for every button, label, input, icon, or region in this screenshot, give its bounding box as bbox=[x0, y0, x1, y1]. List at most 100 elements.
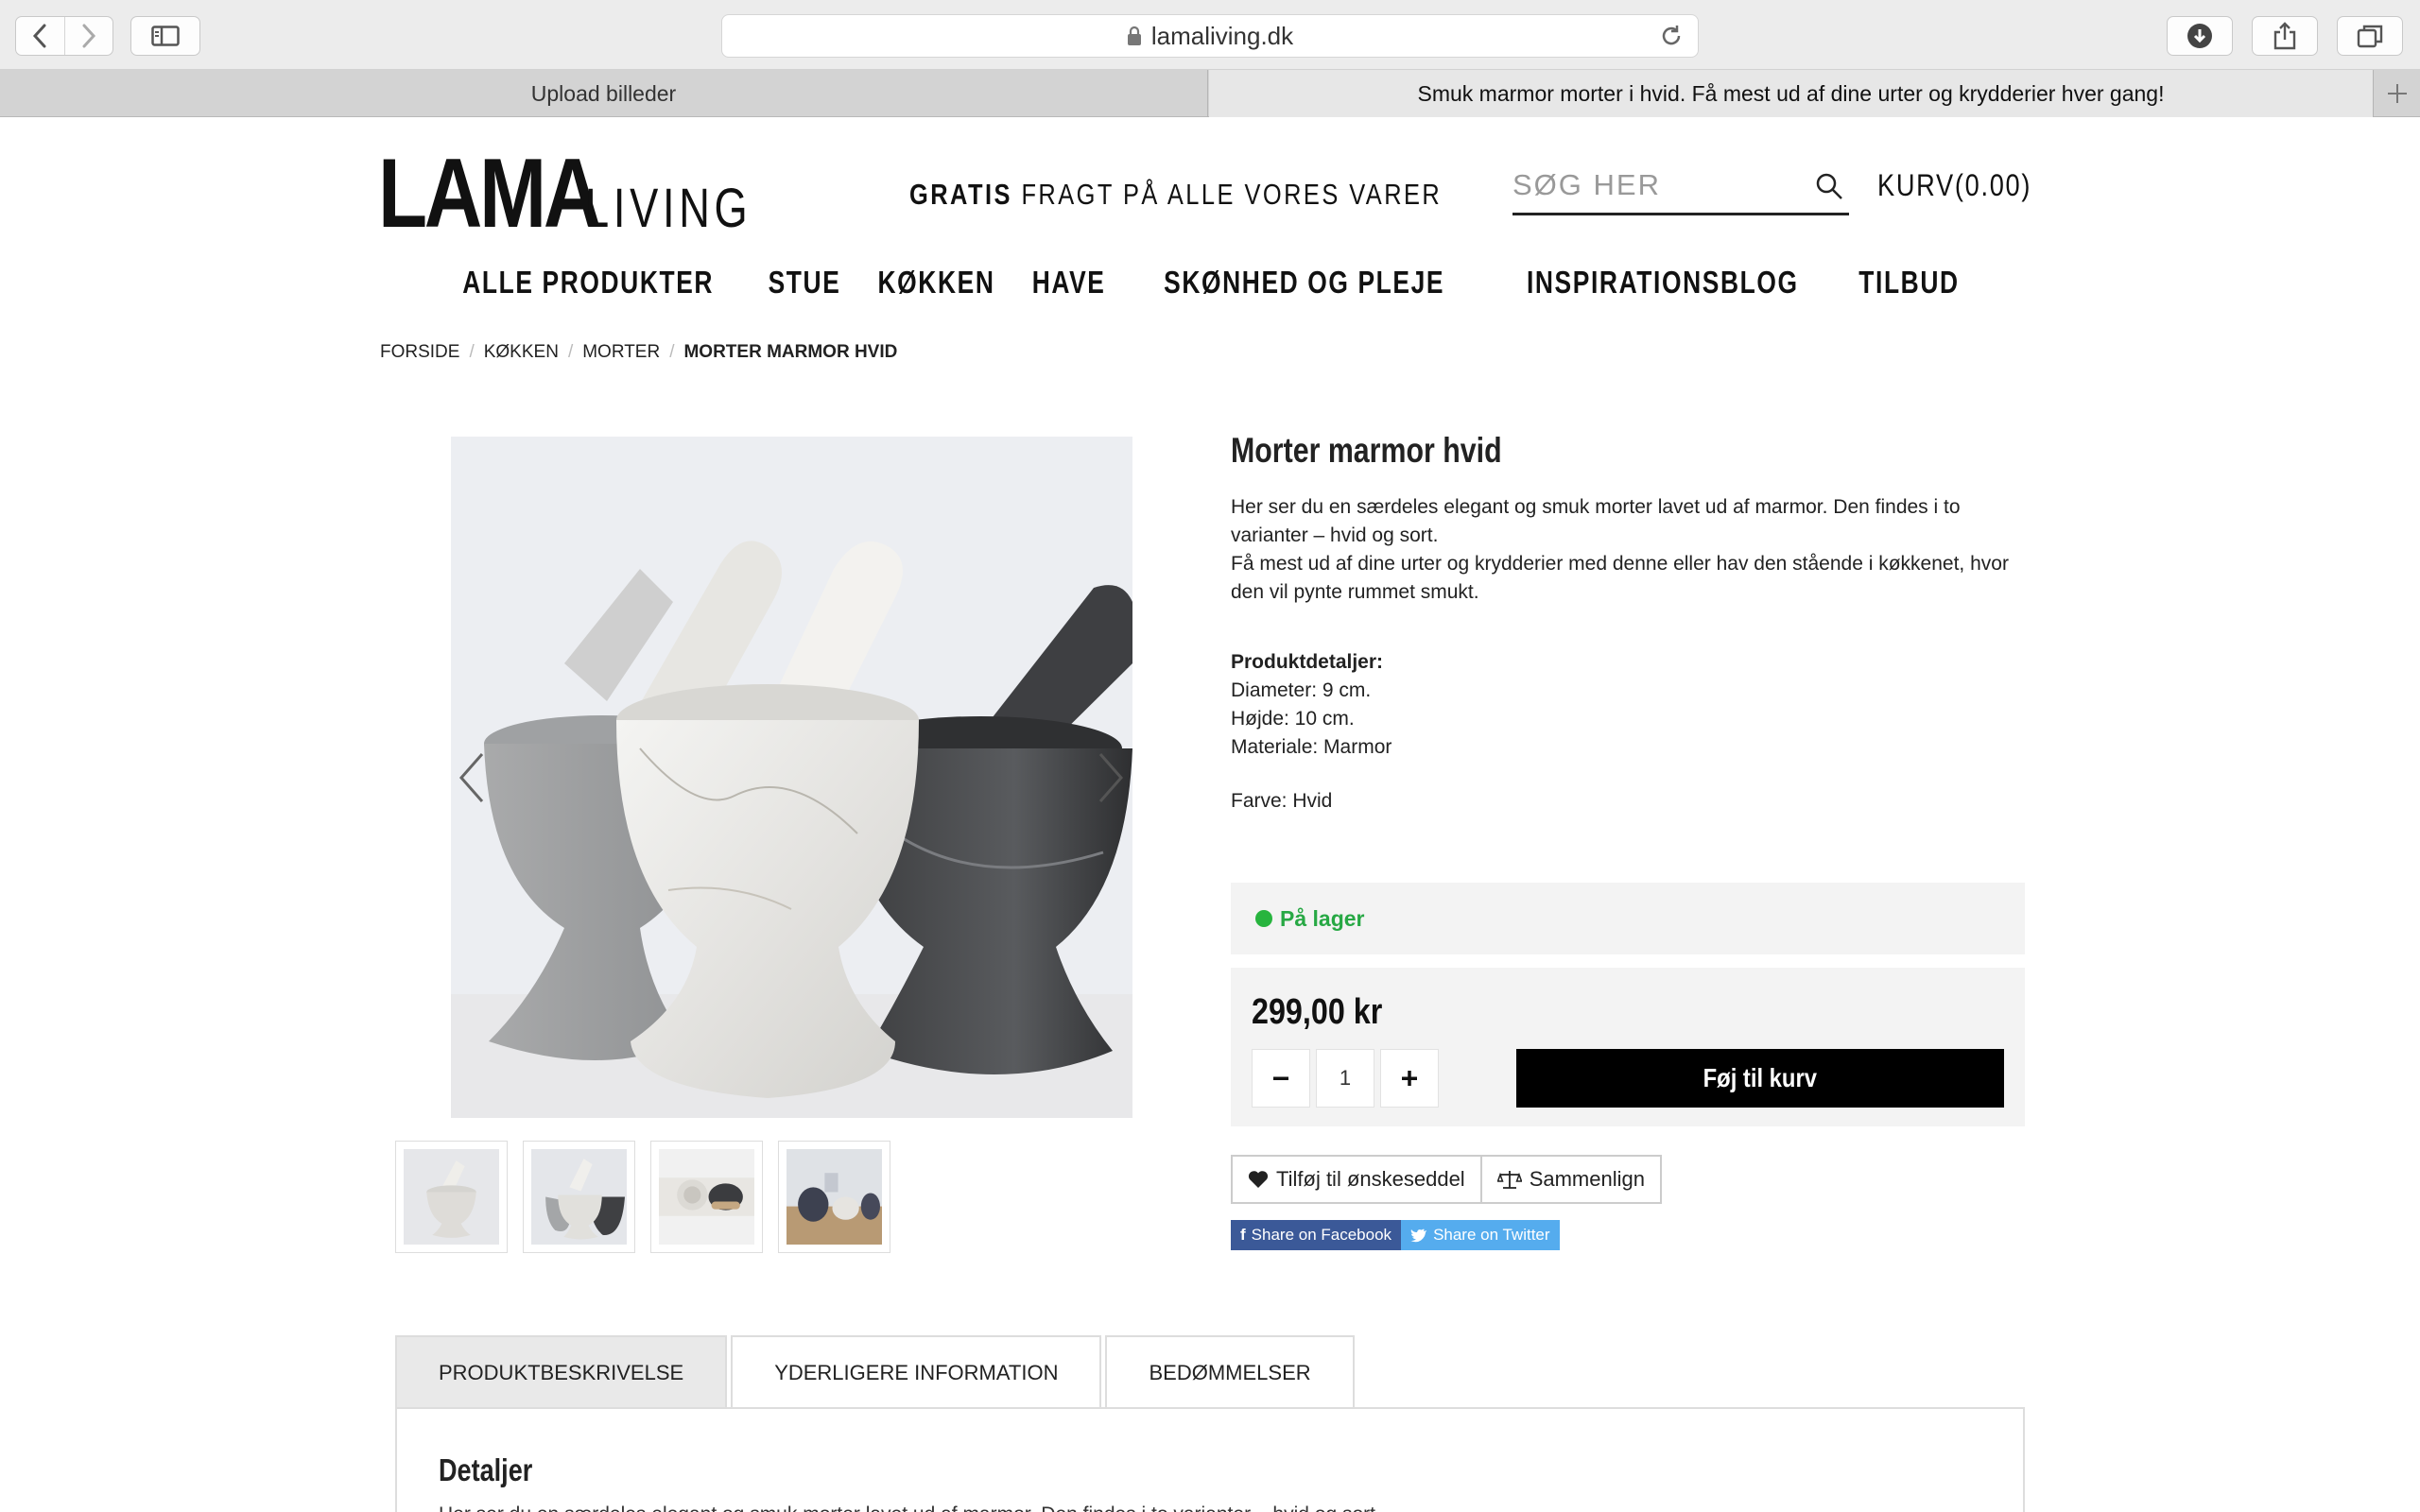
download-icon bbox=[2187, 24, 2212, 48]
share-facebook-label: Share on Facebook bbox=[1251, 1226, 1392, 1244]
thumbnail-image bbox=[531, 1149, 627, 1245]
tabs-icon bbox=[2357, 25, 2383, 48]
free-shipping-bold: GRATIS bbox=[909, 178, 1012, 211]
product-description: Her ser du en særdeles elegant og smuk m… bbox=[1231, 493, 2025, 607]
url-text: lamaliving.dk bbox=[1150, 21, 1294, 50]
free-shipping-banner: GRATIS FRAGT PÅ ALLE VORES VARER bbox=[909, 178, 1442, 212]
nav-alle-produkter[interactable]: ALLE PRODUKTER bbox=[462, 265, 714, 301]
breadcrumb-separator: / bbox=[669, 342, 675, 362]
breadcrumb-morter[interactable]: MORTER bbox=[582, 342, 660, 363]
facebook-icon: f bbox=[1240, 1226, 1246, 1244]
browser-tab-upload[interactable]: Upload billeder bbox=[0, 70, 1208, 117]
minus-icon bbox=[1273, 1076, 1288, 1080]
main-navigation: ALLE PRODUKTER STUE KØKKEN HAVE SKØNHED … bbox=[378, 265, 2025, 301]
breadcrumb: FORSIDE / KØKKEN / MORTER / MORTER MARMO… bbox=[380, 342, 897, 363]
cart-link[interactable]: KURV(0.00) bbox=[1877, 168, 2031, 203]
product-tabs: PRODUKTBESKRIVELSE YDERLIGERE INFORMATIO… bbox=[395, 1335, 1355, 1409]
history-buttons bbox=[15, 16, 113, 56]
downloads-button[interactable] bbox=[2167, 16, 2233, 56]
share-icon bbox=[2273, 22, 2296, 50]
product-info: Morter marmor hvid Her ser du en særdele… bbox=[1231, 431, 2025, 813]
twitter-icon bbox=[1410, 1228, 1427, 1242]
thumbnail-image bbox=[659, 1149, 754, 1245]
gallery-prev-arrow-icon[interactable] bbox=[458, 751, 486, 804]
breadcrumb-separator: / bbox=[469, 342, 475, 362]
search-icon[interactable] bbox=[1815, 172, 1843, 200]
free-shipping-text: FRAGT PÅ ALLE VORES VARER bbox=[1021, 178, 1443, 211]
breadcrumb-separator: / bbox=[567, 342, 574, 362]
description-paragraph-1: Her ser du en særdeles elegant og smuk m… bbox=[1231, 496, 1961, 546]
site-logo[interactable]: LAMA LIVING bbox=[378, 138, 799, 250]
search-box bbox=[1512, 161, 1849, 215]
tab-produktbeskrivelse[interactable]: PRODUKTBESKRIVELSE bbox=[395, 1335, 728, 1409]
wishlist-button[interactable]: Tilføj til ønskeseddel bbox=[1231, 1155, 1482, 1204]
product-main-image[interactable] bbox=[451, 437, 1132, 1118]
panel-text: Her ser du en særdeles elegant og smuk m… bbox=[439, 1503, 1381, 1512]
nav-skoenhed-og-pleje[interactable]: SKØNHED OG PLEJE bbox=[1164, 265, 1444, 301]
compare-button[interactable]: Sammenlign bbox=[1481, 1155, 1662, 1204]
buy-box: 299,00 kr Føj til kurv bbox=[1231, 968, 2025, 1126]
nav-inspirationsblog[interactable]: INSPIRATIONSBLOG bbox=[1527, 265, 1799, 301]
quantity-decrease-button[interactable] bbox=[1252, 1049, 1310, 1108]
back-button[interactable] bbox=[16, 17, 65, 55]
add-to-cart-label: Føj til kurv bbox=[1703, 1063, 1818, 1092]
stock-status: På lager bbox=[1231, 883, 2025, 954]
thumbnail-image bbox=[786, 1149, 882, 1245]
heart-icon bbox=[1248, 1171, 1269, 1188]
thumbnail-4[interactable] bbox=[778, 1141, 890, 1253]
breadcrumb-forside[interactable]: FORSIDE bbox=[380, 342, 459, 363]
compare-label: Sammenlign bbox=[1529, 1167, 1645, 1191]
nav-tilbud[interactable]: TILBUD bbox=[1858, 265, 1959, 301]
gallery-next-arrow-icon[interactable] bbox=[1097, 751, 1125, 804]
share-twitter-label: Share on Twitter bbox=[1433, 1226, 1550, 1244]
nav-stue[interactable]: STUE bbox=[768, 265, 840, 301]
thumbnail-image bbox=[404, 1149, 499, 1245]
logo-main-text: LAMA bbox=[378, 139, 601, 249]
browser-toolbar: lamaliving.dk bbox=[0, 0, 2420, 70]
sidebar-icon bbox=[151, 26, 180, 46]
reload-icon[interactable] bbox=[1658, 23, 1685, 49]
share-button[interactable] bbox=[2252, 16, 2318, 56]
breadcrumb-current: MORTER MARMOR HVID bbox=[683, 342, 898, 362]
in-stock-dot-icon bbox=[1255, 910, 1272, 927]
chevron-right-icon bbox=[82, 24, 95, 48]
address-bar[interactable]: lamaliving.dk bbox=[721, 14, 1699, 58]
quantity-input[interactable] bbox=[1316, 1049, 1374, 1108]
nav-have[interactable]: HAVE bbox=[1032, 265, 1106, 301]
detail-height: Højde: 10 cm. bbox=[1231, 708, 1355, 730]
description-paragraph-2: Få mest ud af dine urter og krydderier m… bbox=[1231, 553, 2009, 603]
tab-overview-button[interactable] bbox=[2337, 16, 2403, 56]
add-to-cart-button[interactable]: Føj til kurv bbox=[1516, 1049, 2004, 1108]
share-twitter-button[interactable]: Share on Twitter bbox=[1401, 1220, 1560, 1250]
nav-koekken[interactable]: KØKKEN bbox=[877, 265, 994, 301]
forward-button[interactable] bbox=[65, 17, 113, 55]
thumbnail-strip bbox=[395, 1141, 890, 1253]
search-input[interactable] bbox=[1512, 161, 1796, 210]
plus-icon bbox=[1402, 1071, 1417, 1086]
thumbnail-2[interactable] bbox=[523, 1141, 635, 1253]
product-details: Produktdetaljer: Diameter: 9 cm. Højde: … bbox=[1231, 648, 2025, 762]
product-title: Morter marmor hvid bbox=[1231, 431, 1502, 470]
product-price: 299,00 kr bbox=[1252, 992, 1383, 1032]
thumbnail-1[interactable] bbox=[395, 1141, 508, 1253]
tab-bedoemmelser[interactable]: BEDØMMELSER bbox=[1105, 1335, 1355, 1409]
tab-panel: Detaljer Her ser du en særdeles elegant … bbox=[395, 1407, 2025, 1512]
details-heading: Produktdetaljer: bbox=[1231, 651, 1384, 673]
breadcrumb-koekken[interactable]: KØKKEN bbox=[484, 342, 559, 363]
sidebar-toggle-button[interactable] bbox=[130, 16, 200, 56]
balance-scale-icon bbox=[1496, 1171, 1522, 1189]
panel-title: Detaljer bbox=[439, 1452, 533, 1487]
lock-icon bbox=[1127, 26, 1141, 45]
thumbnail-3[interactable] bbox=[650, 1141, 763, 1253]
stock-label: På lager bbox=[1280, 905, 1365, 931]
plus-icon bbox=[2387, 84, 2407, 103]
share-facebook-button[interactable]: f Share on Facebook bbox=[1231, 1220, 1402, 1250]
browser-tab-active[interactable]: Smuk marmor morter i hvid. Få mest ud af… bbox=[1209, 70, 2373, 117]
browser-tab-bar: Upload billeder Smuk marmor morter i hvi… bbox=[0, 70, 2420, 117]
new-tab-button[interactable] bbox=[2373, 70, 2420, 117]
mortar-photo bbox=[451, 437, 1132, 1118]
quantity-increase-button[interactable] bbox=[1380, 1049, 1439, 1108]
quantity-stepper bbox=[1252, 1049, 1439, 1108]
detail-diameter: Diameter: 9 cm. bbox=[1231, 679, 1372, 701]
tab-yderligere-information[interactable]: YDERLIGERE INFORMATION bbox=[731, 1335, 1102, 1409]
